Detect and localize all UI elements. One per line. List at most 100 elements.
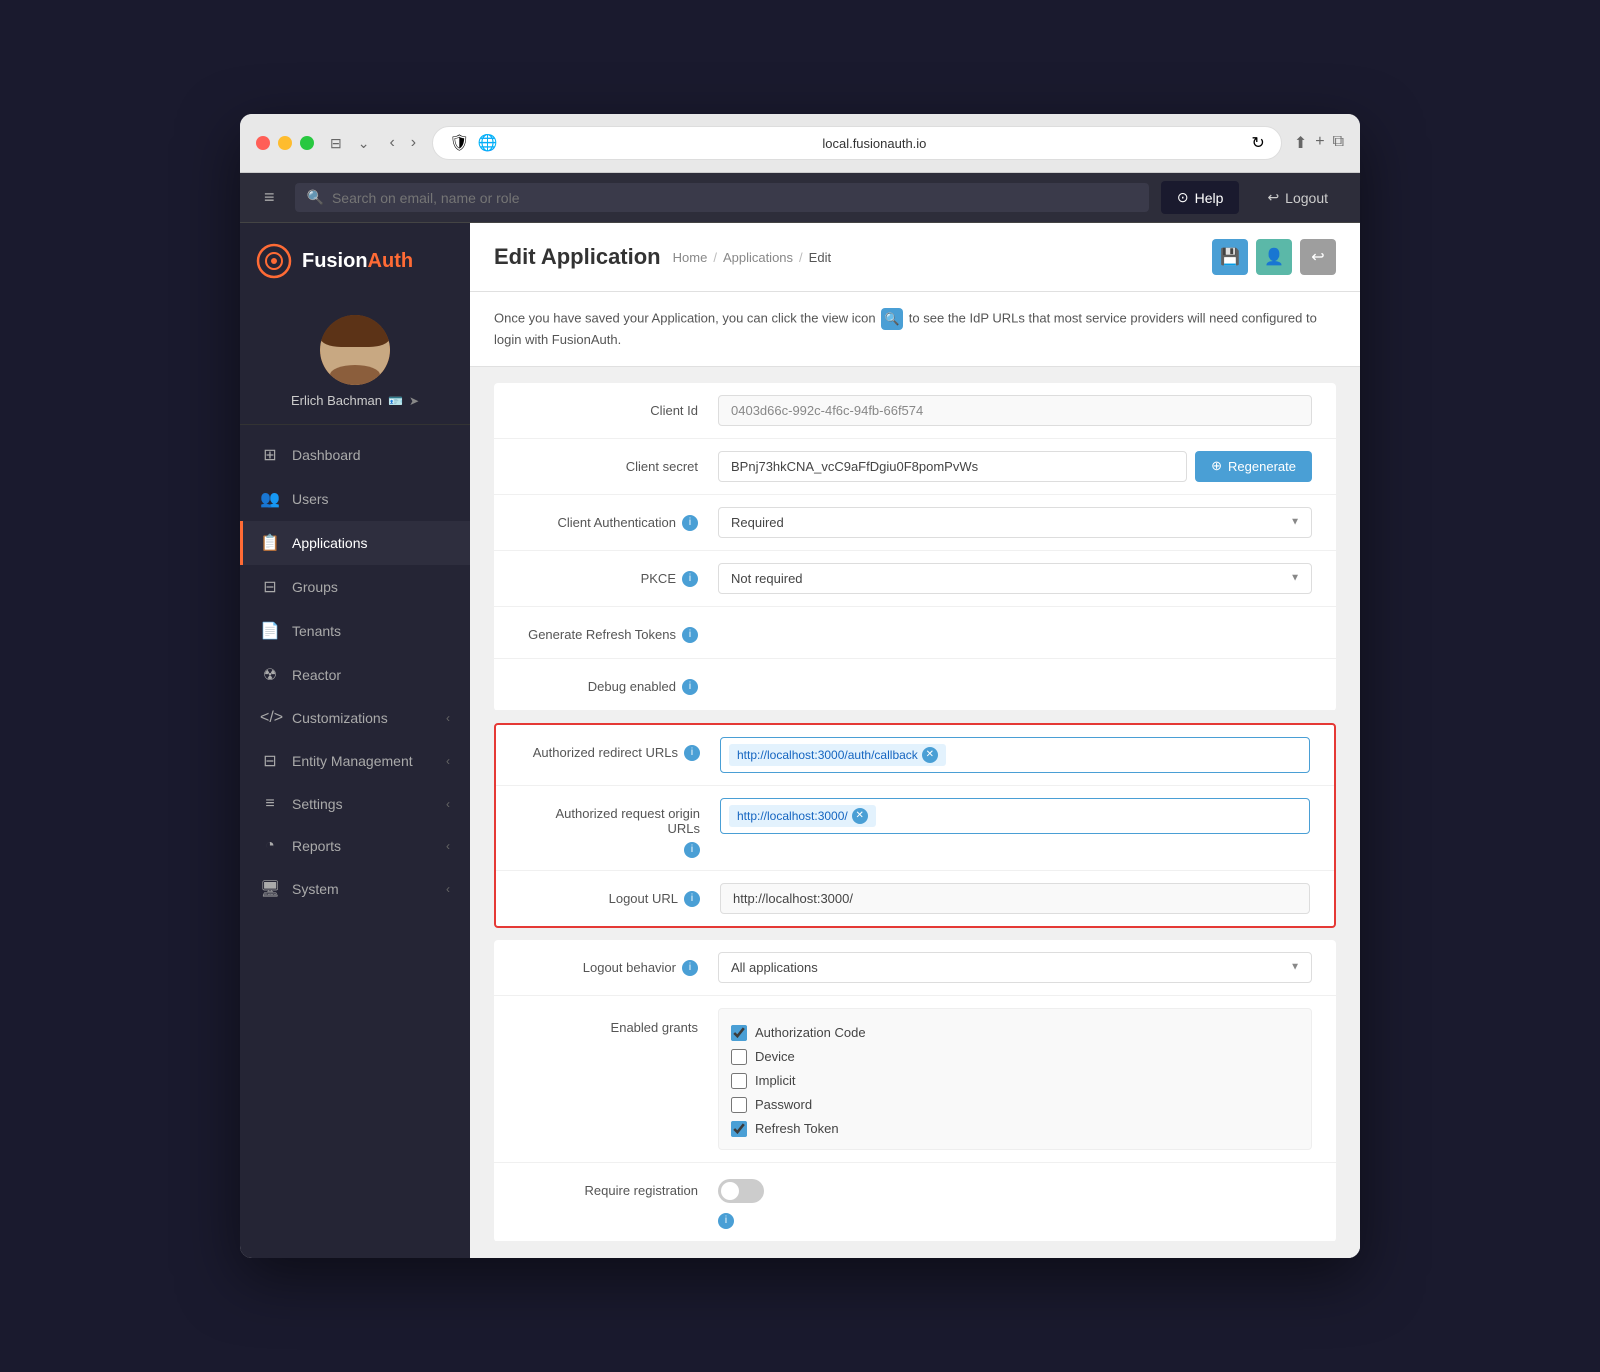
address-bar[interactable]: 🛡 🌐 local.fusionauth.io ↻ bbox=[432, 126, 1282, 160]
pkce-control: Not required Required Optional bbox=[718, 563, 1312, 594]
user-name: Erlich Bachman 🪪 ➤ bbox=[291, 393, 419, 408]
user-card-icon[interactable]: 🪪 bbox=[388, 394, 403, 408]
authorized-origin-control[interactable]: http://localhost:3000/ ✕ bbox=[720, 798, 1310, 834]
refresh-token-checkbox[interactable] bbox=[731, 1121, 747, 1137]
implicit-checkbox[interactable] bbox=[731, 1073, 747, 1089]
search-input[interactable] bbox=[332, 190, 1137, 206]
reactor-icon: ☢ bbox=[260, 665, 280, 685]
sidebar-item-customizations[interactable]: </> Customizations ‹ bbox=[240, 697, 470, 739]
form-section: Client Id Client secret bbox=[494, 383, 1336, 711]
maximize-button[interactable] bbox=[300, 136, 314, 150]
user-action-button[interactable]: 👤 bbox=[1256, 239, 1292, 275]
require-registration-toggle[interactable] bbox=[718, 1179, 764, 1203]
regenerate-button[interactable]: ⊕ Regenerate bbox=[1195, 451, 1312, 482]
client-secret-input[interactable] bbox=[718, 451, 1187, 482]
page-header: Edit Application Home / Applications / E… bbox=[470, 223, 1360, 292]
logout-icon: ↩ bbox=[1267, 189, 1279, 206]
sidebar-item-entity-management[interactable]: ⊟ Entity Management ‹ bbox=[240, 739, 470, 783]
globe-icon: 🌐 bbox=[477, 133, 497, 153]
sidebar-item-groups[interactable]: ⊟ Groups bbox=[240, 565, 470, 609]
sidebar-item-reports[interactable]: ◔ Reports ‹ bbox=[240, 825, 470, 867]
forward-icon[interactable]: › bbox=[407, 132, 420, 154]
grant-device[interactable]: Device bbox=[731, 1049, 1299, 1065]
chevron-right-icon: ‹ bbox=[446, 839, 450, 853]
authorized-redirect-control[interactable]: http://localhost:3000/auth/callback ✕ bbox=[720, 737, 1310, 773]
breadcrumb-separator: / bbox=[799, 250, 803, 265]
users-icon: 👥 bbox=[260, 489, 280, 509]
shield-icon: 🛡 bbox=[449, 133, 469, 153]
tag-remove-button[interactable]: ✕ bbox=[852, 808, 868, 824]
new-tab-icon[interactable]: + bbox=[1315, 133, 1324, 153]
sidebar-item-label: System bbox=[292, 881, 339, 897]
help-button[interactable]: ⊙ Help bbox=[1161, 181, 1240, 214]
require-registration-info-icon[interactable]: i bbox=[718, 1213, 734, 1229]
breadcrumb-separator: / bbox=[713, 250, 717, 265]
logout-behavior-info-icon[interactable]: i bbox=[682, 960, 698, 976]
authorized-redirect-tag-input[interactable]: http://localhost:3000/auth/callback ✕ bbox=[720, 737, 1310, 773]
logout-behavior-select[interactable]: All applications Redirect only bbox=[718, 952, 1312, 983]
redirect-urls-info-icon[interactable]: i bbox=[684, 745, 700, 761]
search-box[interactable]: 🔍 bbox=[295, 183, 1149, 212]
client-auth-row: Client Authentication i Required Optiona… bbox=[494, 495, 1336, 551]
form-content: Once you have saved your Application, yo… bbox=[470, 292, 1360, 1258]
sidebar-item-applications[interactable]: 📋 Applications bbox=[240, 521, 470, 565]
logout-url-control bbox=[720, 883, 1310, 914]
breadcrumb-applications[interactable]: Applications bbox=[723, 250, 793, 265]
sidebar-item-users[interactable]: 👥 Users bbox=[240, 477, 470, 521]
sidebar-item-dashboard[interactable]: ⊞ Dashboard bbox=[240, 433, 470, 477]
refresh-tokens-info-icon[interactable]: i bbox=[682, 627, 698, 643]
user-nav-icon[interactable]: ➤ bbox=[409, 394, 419, 408]
client-id-input[interactable] bbox=[718, 395, 1312, 426]
highlighted-section: Authorized redirect URLs i http://localh… bbox=[494, 723, 1336, 928]
search-icon: 🔍 bbox=[307, 189, 324, 206]
enabled-grants-label: Enabled grants bbox=[518, 1008, 718, 1035]
sidebar-item-settings[interactable]: ≡ Settings ‹ bbox=[240, 783, 470, 825]
chevron-right-icon: ‹ bbox=[446, 882, 450, 896]
grant-implicit[interactable]: Implicit bbox=[731, 1073, 1299, 1089]
authorized-origin-tag-input[interactable]: http://localhost:3000/ ✕ bbox=[720, 798, 1310, 834]
topbar: ≡ 🔍 ⊙ Help ↩ Logout bbox=[240, 173, 1360, 223]
sidebar-item-system[interactable]: 🖥 System ‹ bbox=[240, 867, 470, 911]
sidebar-item-label: Dashboard bbox=[292, 447, 361, 463]
share-icon[interactable]: ⬆ bbox=[1294, 133, 1307, 153]
client-auth-select[interactable]: Required Optional None bbox=[718, 507, 1312, 538]
breadcrumb-current: Edit bbox=[809, 250, 831, 265]
logout-url-input[interactable] bbox=[720, 883, 1310, 914]
grant-password[interactable]: Password bbox=[731, 1097, 1299, 1113]
logout-button[interactable]: ↩ Logout bbox=[1251, 181, 1344, 214]
person-icon: 👤 bbox=[1264, 247, 1284, 267]
grant-refresh-token[interactable]: Refresh Token bbox=[731, 1121, 1299, 1137]
browser-actions: ⬆ + ⧉ bbox=[1294, 133, 1344, 153]
chevron-down-icon[interactable]: ⌄ bbox=[354, 133, 374, 154]
tag-remove-button[interactable]: ✕ bbox=[922, 747, 938, 763]
sidebar-item-tenants[interactable]: 📄 Tenants bbox=[240, 609, 470, 653]
require-registration-label: Require registration bbox=[518, 1175, 718, 1198]
device-checkbox[interactable] bbox=[731, 1049, 747, 1065]
logout-behavior-control: All applications Redirect only bbox=[718, 952, 1312, 983]
logout-url-info-icon[interactable]: i bbox=[684, 891, 700, 907]
authorization-code-checkbox[interactable] bbox=[731, 1025, 747, 1041]
pkce-select[interactable]: Not required Required Optional bbox=[718, 563, 1312, 594]
origin-urls-info-icon[interactable]: i bbox=[684, 842, 700, 858]
chevron-right-icon: ‹ bbox=[446, 711, 450, 725]
breadcrumb-home[interactable]: Home bbox=[673, 250, 708, 265]
sidebar-item-label: Users bbox=[292, 491, 329, 507]
back-icon[interactable]: ‹ bbox=[385, 132, 398, 154]
page-title: Edit Application bbox=[494, 244, 661, 270]
password-checkbox[interactable] bbox=[731, 1097, 747, 1113]
logout-behavior-label: Logout behavior i bbox=[518, 952, 718, 976]
refresh-icon[interactable]: ↻ bbox=[1251, 133, 1264, 153]
close-button[interactable] bbox=[256, 136, 270, 150]
save-button[interactable]: 💾 bbox=[1212, 239, 1248, 275]
client-auth-info-icon[interactable]: i bbox=[682, 515, 698, 531]
back-button[interactable]: ↩ bbox=[1300, 239, 1336, 275]
sidebar-item-reactor[interactable]: ☢ Reactor bbox=[240, 653, 470, 697]
groups-icon: ⊟ bbox=[260, 577, 280, 597]
sidebar-toggle-icon[interactable]: ⊟ bbox=[326, 133, 346, 154]
debug-info-icon[interactable]: i bbox=[682, 679, 698, 695]
pkce-info-icon[interactable]: i bbox=[682, 571, 698, 587]
tabs-icon[interactable]: ⧉ bbox=[1333, 133, 1344, 153]
grant-authorization-code[interactable]: Authorization Code bbox=[731, 1025, 1299, 1041]
minimize-button[interactable] bbox=[278, 136, 292, 150]
menu-icon[interactable]: ≡ bbox=[256, 179, 283, 216]
